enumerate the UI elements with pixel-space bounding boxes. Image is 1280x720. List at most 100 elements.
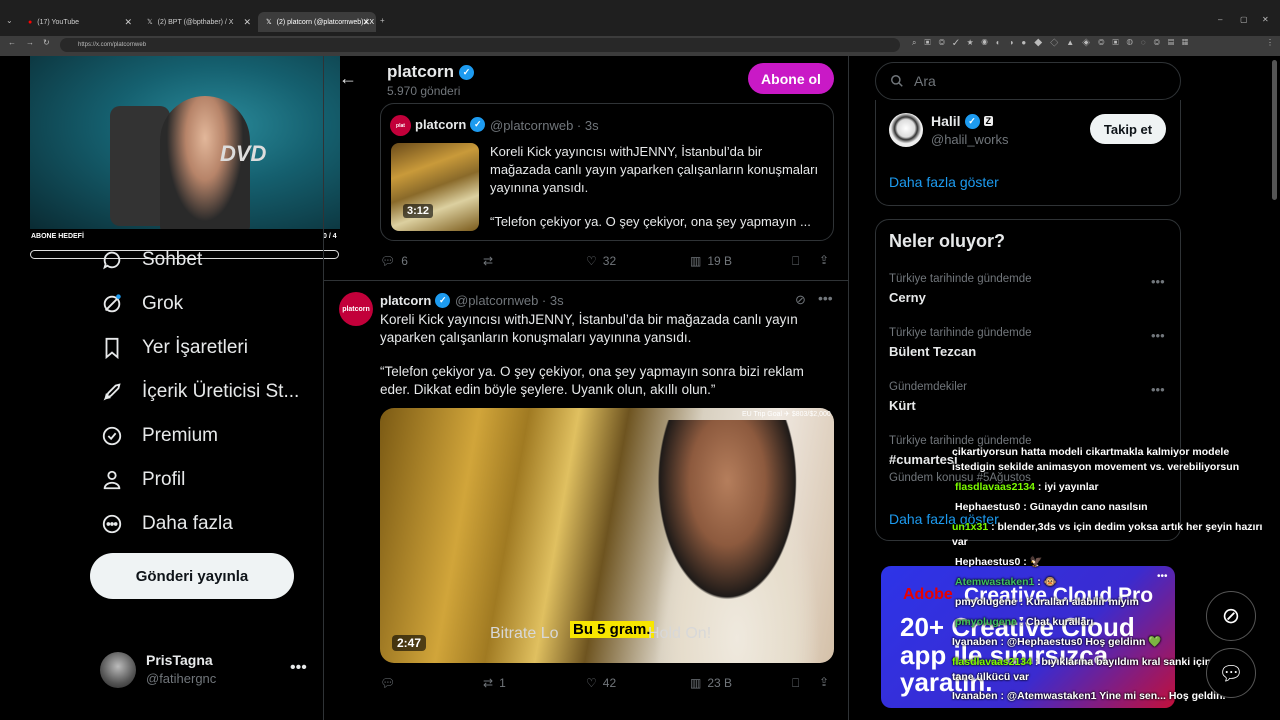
platcorn-avatar[interactable]: platcorn	[339, 292, 373, 326]
platcorn-avatar[interactable]: plat	[390, 115, 411, 136]
verified-icon: ✓	[964, 113, 980, 129]
sidebar-item-grok[interactable]: Grok	[100, 288, 183, 320]
account-avatar[interactable]	[100, 652, 136, 688]
close-tab-icon[interactable]: ✕	[243, 17, 251, 28]
share-icon: ⇪	[819, 675, 830, 689]
forward-nav-icon[interactable]: →	[26, 38, 34, 47]
video-subtitle-right: Hold On!	[648, 625, 712, 642]
tweet-author-name[interactable]: platcorn ✓	[380, 293, 451, 308]
back-arrow-icon[interactable]: ←	[339, 68, 357, 89]
trend-item[interactable]: Kürt	[889, 398, 916, 413]
reply-button[interactable]: 💬︎	[380, 676, 395, 690]
tweet-author-handle: @platcornweb · 3s	[455, 293, 564, 308]
chat-message: Hephaestus0 : Günaydın cano nasılsın	[955, 501, 1148, 513]
account-name[interactable]: PrisTagna	[146, 652, 213, 668]
message-icon	[100, 248, 124, 272]
bookmark-icon: ⎕	[792, 254, 800, 268]
views-button[interactable]: ▥ 23 B	[690, 676, 732, 690]
chat-message: Hephaestus0 : 🦅	[955, 556, 1043, 568]
heart-icon: ♡	[586, 254, 597, 268]
search-input[interactable]: Ara	[875, 62, 1181, 100]
bookmark-icon	[100, 336, 124, 360]
grok-icon	[100, 292, 124, 316]
address-bar[interactable]: https://x.com/platcornweb	[60, 38, 900, 52]
trend-more-icon[interactable]: •••	[1151, 328, 1165, 343]
account-more-icon[interactable]: •••	[290, 659, 307, 677]
dvd-logo: DVD	[220, 141, 267, 166]
sidebar-item-profile[interactable]: Profil	[100, 464, 185, 496]
grok-icon: ⊘	[1221, 603, 1241, 628]
verified-icon: ✓	[470, 117, 486, 132]
chat-message: flasdlavaas2134 : iyi yayınlar	[955, 481, 1099, 493]
views-icon: ▥	[690, 676, 702, 690]
sidebar-item-bookmarks[interactable]: Yer İşaretleri	[100, 332, 248, 364]
tab-youtube[interactable]: ● (17) YouTube ✕	[20, 12, 138, 32]
halil-avatar[interactable]	[889, 113, 923, 147]
messages-fab[interactable]: 💬︎	[1206, 648, 1256, 698]
grok-icon[interactable]: ⊘	[795, 292, 806, 308]
rocket-icon	[100, 380, 124, 404]
close-tab-icon[interactable]: ✕	[362, 17, 370, 28]
minimize-icon[interactable]: –	[1218, 15, 1222, 24]
trend-item[interactable]: Cerny	[889, 290, 926, 305]
tab-search-icon[interactable]: ⌄	[6, 16, 13, 25]
close-window-icon[interactable]: ✕	[1262, 15, 1269, 24]
share-button[interactable]: ⇪	[819, 675, 829, 689]
post-button[interactable]: Gönderi yayınla	[90, 553, 294, 599]
close-tab-icon[interactable]: ✕	[124, 17, 132, 28]
sidebar-item-creator-studio[interactable]: İçerik Üreticisi St...	[100, 376, 299, 408]
sidebar-item-more[interactable]: Daha fazla	[100, 508, 233, 540]
bookmark-button[interactable]: ⎕	[792, 676, 799, 691]
post-count: 5.970 gönderi	[387, 84, 461, 98]
reload-icon[interactable]: ↻	[43, 38, 50, 47]
chat-message: Atemwastaken1 : 🐵	[955, 576, 1057, 588]
tab-platcorn[interactable]: 𝕏 (2) platcorn (@platcornweb) / X ✕	[258, 12, 376, 32]
new-tab-icon[interactable]: +	[380, 16, 385, 25]
views-button[interactable]: ▥ 19 B	[690, 254, 732, 268]
share-button[interactable]: ⇪	[819, 253, 829, 267]
trend-item[interactable]: #cumartesi	[889, 452, 958, 467]
maximize-icon[interactable]: ▢	[1240, 15, 1248, 24]
video-duration: 2:47	[392, 635, 427, 651]
trend-context: Gündemdekiler	[889, 381, 967, 393]
reply-button[interactable]: 💬︎ 6	[380, 254, 408, 268]
menu-icon[interactable]: ⋮	[1266, 38, 1274, 47]
webcam-overlay: DVD	[30, 56, 340, 229]
repost-button[interactable]: ⇄	[483, 254, 493, 268]
scrollbar[interactable]	[1272, 60, 1277, 200]
repost-button[interactable]: ⇄ 1	[483, 676, 506, 690]
follow-button[interactable]: Takip et	[1090, 114, 1166, 144]
quoted-author-name[interactable]: platcorn ✓	[415, 117, 486, 132]
account-handle[interactable]: @fatihergnc	[146, 671, 216, 686]
search-icon	[891, 75, 903, 87]
bookmark-button[interactable]: ⎕	[792, 254, 799, 269]
tweet-text: Koreli Kick yayıncısı withJENNY, İstanbu…	[380, 312, 798, 345]
trend-more-icon[interactable]: •••	[1151, 382, 1165, 397]
trend-more-icon[interactable]: •••	[1151, 274, 1165, 289]
trend-item[interactable]: Bülent Tezcan	[889, 344, 976, 359]
back-nav-icon[interactable]: ←	[8, 38, 16, 47]
message-icon: 💬︎	[1218, 662, 1244, 685]
affiliate-badge-icon: Z	[983, 116, 994, 126]
subscribe-button[interactable]: Abone ol	[748, 63, 834, 94]
reply-icon: 💬︎	[380, 254, 396, 268]
like-button[interactable]: ♡ 32	[586, 254, 616, 268]
suggested-user-name[interactable]: Halil ✓ Z	[931, 113, 994, 129]
video-subtitle: Bu 5 gram.	[570, 621, 654, 638]
grok-fab[interactable]: ⊘	[1206, 591, 1256, 641]
bookmark-icon: ⎕	[792, 676, 800, 690]
repost-icon: ⇄	[483, 676, 494, 690]
sidebar-item-chat[interactable]: Sohbet	[100, 244, 202, 276]
tab-bpthaber[interactable]: 𝕏 (2) BPT (@bpthaber) / X ✕	[139, 12, 257, 32]
repost-icon: ⇄	[483, 254, 494, 268]
extension-icons[interactable]: ⌕▣◎✓★◉◐◑●◆◇▲◈◎▣◍◌◎▤▦	[912, 38, 1196, 48]
sidebar-item-premium[interactable]: Premium	[100, 420, 218, 452]
show-more-link[interactable]: Daha fazla göster	[889, 174, 999, 190]
x-logo-icon: 𝕏	[147, 19, 153, 26]
verified-icon: ✓	[459, 64, 475, 80]
verified-icon: ✓	[435, 293, 451, 308]
tweet-more-icon[interactable]: •••	[818, 290, 833, 306]
like-button[interactable]: ♡ 42	[586, 676, 616, 690]
x-logo-icon: 𝕏	[266, 19, 272, 26]
youtube-icon: ●	[28, 18, 33, 26]
